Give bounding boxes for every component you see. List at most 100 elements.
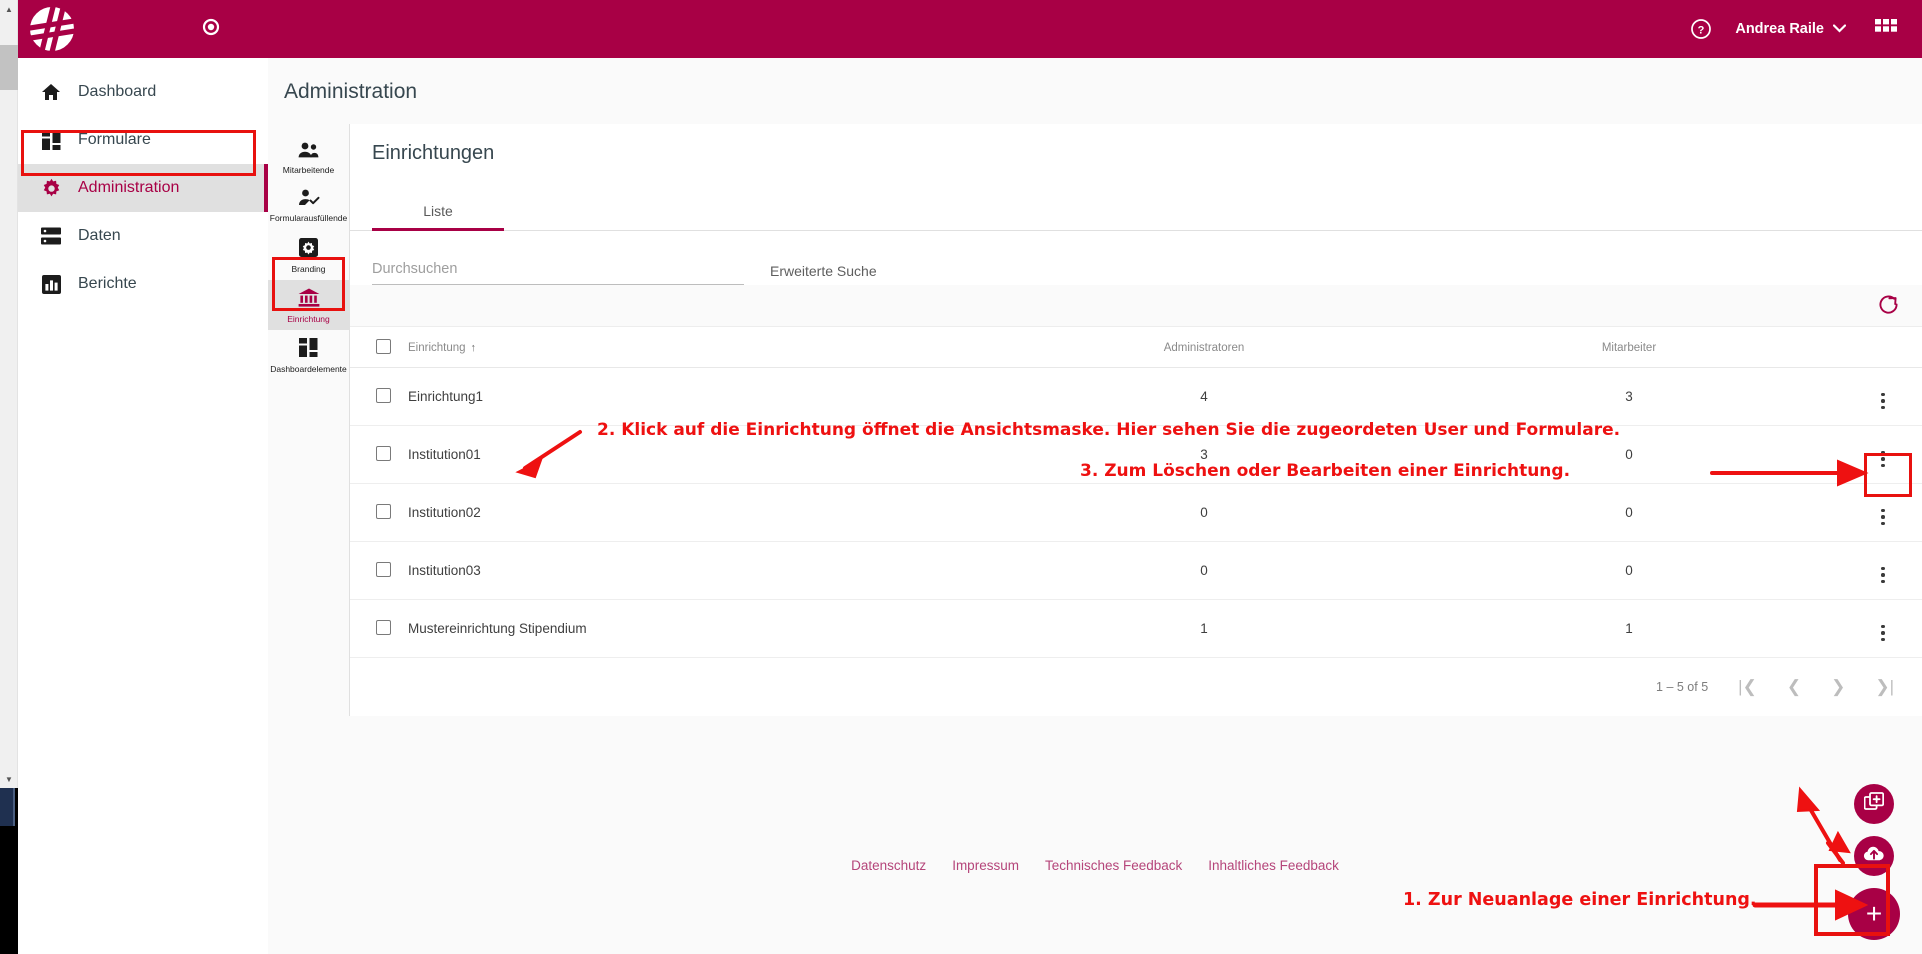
record-dot-icon[interactable] (202, 18, 220, 41)
last-page-icon[interactable]: ❯| (1875, 677, 1894, 697)
next-page-icon[interactable]: ❯ (1831, 677, 1845, 697)
admin-icon-rail: Mitarbeitende Formularausfüllende Brandi… (268, 124, 350, 716)
previous-page-icon[interactable]: ❮ (1787, 677, 1801, 697)
toolbar-row (350, 285, 1922, 327)
tab-liste[interactable]: Liste (372, 191, 504, 231)
sidebar-item-label: Dashboard (78, 83, 157, 100)
svg-text:?: ? (1698, 25, 1705, 37)
cell-mitarbeiter: 0 (1414, 425, 1844, 484)
rail-item-label: Formularausfüllende (269, 213, 348, 224)
table-row[interactable]: Institution01 3 0 (350, 425, 1922, 484)
content-area: Administration Mitarbeitende Formularaus… (268, 58, 1922, 954)
first-page-icon[interactable]: |❮ (1738, 677, 1757, 697)
scrollbar-up-arrow[interactable]: ▲ (0, 0, 18, 18)
table-row[interactable]: Einrichtung1 4 3 (350, 367, 1922, 426)
row-checkbox[interactable] (376, 503, 391, 519)
table-row[interactable]: Institution03 0 0 (350, 541, 1922, 600)
rail-item-dashboardelemente[interactable]: Dashboardelemente (268, 330, 349, 380)
card-tabs: Liste (350, 191, 1922, 231)
cell-einrichtung[interactable]: Institution02 (408, 483, 994, 542)
storage-icon (40, 227, 62, 245)
home-icon (40, 82, 62, 102)
sidebar-item-dashboard[interactable]: Dashboard (18, 68, 268, 116)
rail-item-einrichtung[interactable]: Einrichtung (268, 280, 349, 331)
rail-item-mitarbeitende[interactable]: Mitarbeitende (268, 134, 349, 181)
help-circle-icon[interactable]: ? (1681, 0, 1721, 58)
row-menu-button[interactable] (1844, 541, 1922, 600)
cell-mitarbeiter: 1 (1414, 599, 1844, 658)
forms-icon (40, 130, 62, 150)
kebab-menu-icon (1881, 392, 1885, 409)
einrichtungen-table: Einrichtung ↑ Administratoren Mitarbeiter (350, 327, 1922, 658)
rail-item-label: Branding (291, 263, 326, 274)
row-checkbox[interactable] (376, 561, 391, 577)
row-checkbox[interactable] (376, 619, 391, 635)
cell-einrichtung[interactable]: Institution01 (408, 425, 994, 484)
sidebar-item-berichte[interactable]: Berichte (18, 260, 268, 308)
floating-action-buttons: + (1814, 784, 1900, 940)
dashboard-tiles-icon (299, 338, 318, 362)
cell-einrichtung[interactable]: Mustereinrichtung Stipendium (408, 599, 994, 658)
duplicate-add-fab[interactable] (1854, 784, 1894, 824)
select-all-header (350, 327, 408, 368)
app-header: ? Andrea Raile (18, 0, 1922, 58)
cell-einrichtung[interactable]: Einrichtung1 (408, 367, 994, 426)
cell-mitarbeiter: 0 (1414, 483, 1844, 542)
row-checkbox[interactable] (376, 387, 391, 403)
row-menu-button[interactable] (1844, 425, 1922, 484)
row-menu-button[interactable] (1844, 599, 1922, 658)
refresh-icon[interactable] (1877, 293, 1900, 321)
table-row[interactable]: Mustereinrichtung Stipendium 1 1 (350, 599, 1922, 658)
row-menu-button[interactable] (1844, 367, 1922, 426)
cell-einrichtung[interactable]: Institution03 (408, 541, 994, 600)
gear-icon (40, 178, 62, 199)
rail-item-label: Dashboardelemente (270, 364, 347, 375)
column-header-administratoren[interactable]: Administratoren (994, 327, 1414, 368)
upload-fab[interactable] (1854, 836, 1894, 876)
advanced-search-link[interactable]: Erweiterte Suche (770, 263, 877, 285)
search-input[interactable] (372, 257, 744, 285)
user-menu[interactable]: Andrea Raile (1721, 0, 1860, 58)
sidebar-item-formulare[interactable]: Formulare (18, 116, 268, 164)
apps-grid-icon[interactable] (1860, 0, 1912, 58)
main-sidebar: Dashboard Formulare Administration Daten… (18, 58, 268, 954)
search-bar: Erweiterte Suche (350, 231, 1922, 285)
table-header-row: Einrichtung ↑ Administratoren Mitarbeiter (350, 327, 1922, 368)
chevron-down-icon (1832, 21, 1847, 37)
cell-administratoren: 1 (994, 599, 1414, 658)
footer-link-technisches-feedback[interactable]: Technisches Feedback (1045, 858, 1182, 873)
person-check-icon (298, 189, 320, 211)
paginator-range-label: 1 – 5 of 5 (1656, 680, 1709, 694)
rail-item-branding[interactable]: Branding (268, 230, 349, 280)
sidebar-item-daten[interactable]: Daten (18, 212, 268, 260)
plus-icon: + (1865, 898, 1883, 929)
column-header-einrichtung[interactable]: Einrichtung ↑ (408, 327, 994, 368)
card-title: Einrichtungen (372, 142, 495, 164)
footer-link-impressum[interactable]: Impressum (952, 858, 1019, 873)
hash-circle-logo[interactable] (24, 1, 80, 57)
institution-icon (298, 288, 320, 312)
rail-item-formularausfuellende[interactable]: Formularausfüllende (268, 181, 349, 229)
row-checkbox[interactable] (376, 445, 391, 461)
row-menu-button[interactable] (1844, 483, 1922, 542)
table-body: Einrichtung1 4 3 Institution01 3 0 Insti… (350, 367, 1922, 658)
column-header-mitarbeiter[interactable]: Mitarbeiter (1414, 327, 1844, 368)
cell-administratoren: 0 (994, 541, 1414, 600)
cell-administratoren: 4 (994, 367, 1414, 426)
branding-gear-icon (299, 237, 318, 262)
select-all-checkbox[interactable] (376, 339, 391, 354)
page-title: Administration (284, 80, 418, 103)
scrollbar-thumb[interactable] (0, 45, 18, 90)
arrow-up-icon: ↑ (470, 342, 477, 354)
kebab-menu-icon (1881, 566, 1885, 583)
table-row[interactable]: Institution02 0 0 (350, 483, 1922, 542)
table-head: Einrichtung ↑ Administratoren Mitarbeiter (350, 327, 1922, 368)
einrichtungen-card: Einrichtungen Liste Erweiterte Suche (350, 124, 1922, 716)
footer-link-datenschutz[interactable]: Datenschutz (851, 858, 926, 873)
footer-link-inhaltliches-feedback[interactable]: Inhaltliches Feedback (1208, 858, 1339, 873)
people-icon (298, 142, 319, 163)
sidebar-item-administration[interactable]: Administration (18, 164, 268, 212)
scrollbar-down-arrow[interactable]: ▼ (0, 770, 18, 788)
create-fab[interactable]: + (1848, 888, 1900, 940)
cell-mitarbeiter: 3 (1414, 367, 1844, 426)
